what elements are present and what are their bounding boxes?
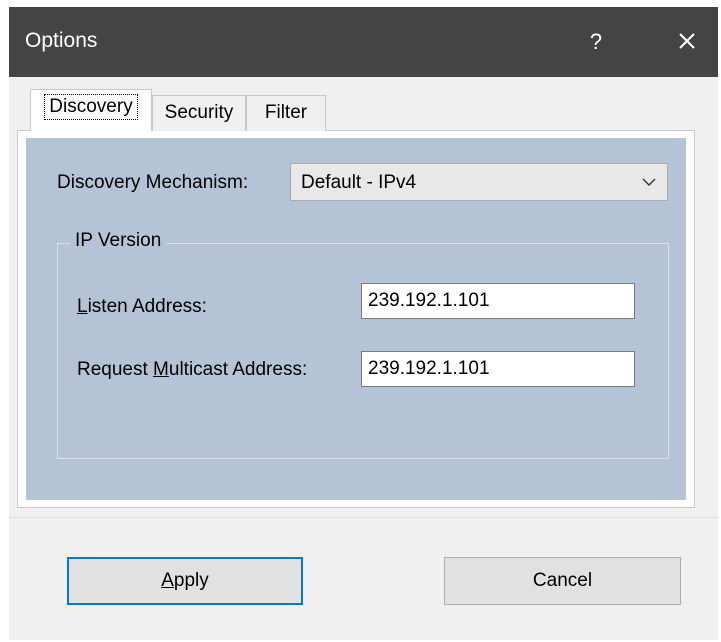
apply-label: pply <box>173 570 209 591</box>
request-label-pre: Request <box>77 359 154 380</box>
listen-address-mnemonic: L <box>77 296 88 317</box>
tab-security-label: Security <box>164 102 234 123</box>
request-multicast-address-label: Request Multicast Address: <box>77 359 307 381</box>
close-button[interactable] <box>669 23 705 59</box>
discovery-mechanism-value: Default - IPv4 <box>301 172 417 193</box>
request-mnemonic: M <box>153 359 169 380</box>
tab-filter-label: Filter <box>264 102 308 123</box>
tab-discovery[interactable]: Discovery <box>30 89 152 131</box>
apply-mnemonic: A <box>161 570 174 591</box>
request-multicast-address-field[interactable] <box>361 351 635 387</box>
ip-version-group-title: IP Version <box>70 230 167 252</box>
help-button[interactable]: ? <box>581 27 611 57</box>
request-label-rest: ulticast Address: <box>168 359 308 380</box>
listen-address-field[interactable] <box>361 283 635 319</box>
cancel-button[interactable]: Cancel <box>444 557 681 605</box>
window-title: Options <box>25 29 98 52</box>
chevron-down-icon <box>642 178 656 186</box>
discovery-mechanism-label: Discovery Mechanism: <box>57 172 249 193</box>
tab-filter[interactable]: Filter <box>246 95 326 131</box>
close-icon <box>679 33 695 49</box>
title-bar[interactable]: Options ? <box>9 7 718 77</box>
discovery-mechanism-select[interactable]: Default - IPv4 <box>290 163 668 201</box>
tab-security[interactable]: Security <box>152 95 246 131</box>
listen-address-label-text: isten Address: <box>87 296 207 317</box>
listen-address-label: Listen Address: <box>77 296 207 318</box>
tab-discovery-label: Discovery <box>44 94 138 120</box>
apply-button[interactable]: Apply <box>67 557 303 605</box>
button-area-divider <box>9 517 718 518</box>
